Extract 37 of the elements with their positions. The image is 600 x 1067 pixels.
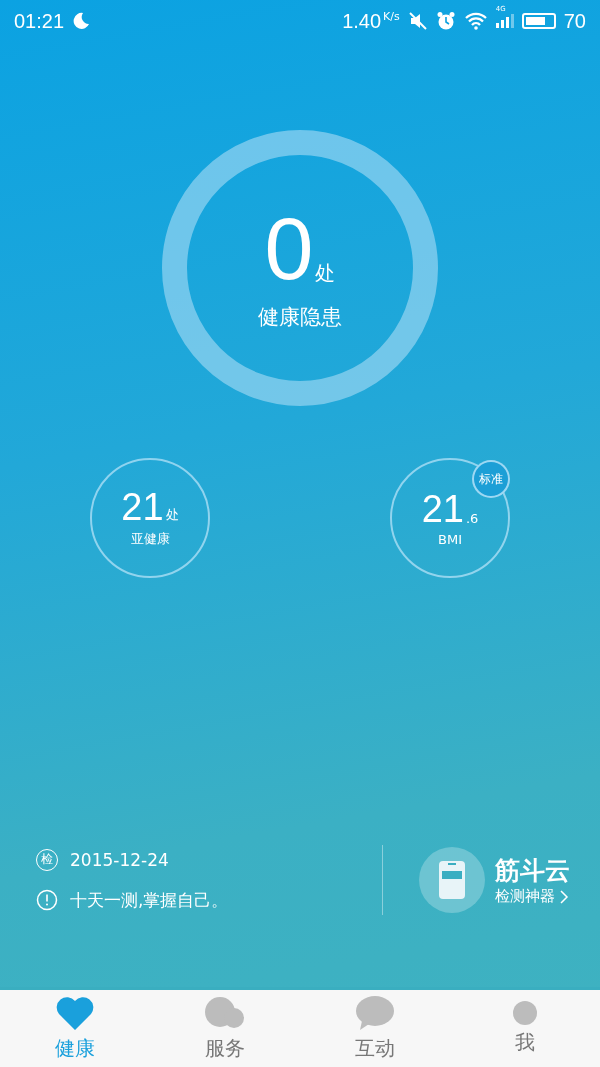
stat-circle[interactable]: 21 处 亚健康	[90, 458, 210, 578]
stat-circle[interactable]: 标准 21.6 BMI	[390, 458, 510, 578]
chevron-right-icon	[559, 888, 569, 905]
nav-tab[interactable]: 健康	[0, 990, 150, 1067]
heart-icon	[55, 995, 95, 1031]
nav-tab[interactable]: 服务	[150, 990, 300, 1067]
wifi-icon	[463, 11, 488, 31]
network-speed: 1.40	[342, 9, 382, 33]
stat-label: BMI	[438, 531, 462, 547]
hazard-count: 0	[264, 205, 314, 293]
signal-icon	[495, 14, 514, 28]
ring-label: 健康隐患	[258, 304, 342, 331]
info-icon	[36, 889, 58, 911]
battery-percent: 70	[563, 9, 586, 33]
device-link[interactable]: 筋斗云 检测神器	[419, 847, 570, 913]
chat-bubble-icon	[354, 995, 396, 1031]
status-badge: 标准	[472, 460, 510, 498]
status-time: 01:21	[14, 9, 65, 33]
speed-unit: K/s	[383, 10, 400, 23]
moon-icon	[72, 12, 91, 30]
battery-icon	[521, 13, 556, 29]
tip-text: 十天一测,掌握自己。	[70, 888, 229, 912]
scale-device-icon	[419, 847, 485, 913]
stat-suffix: 处	[165, 506, 179, 524]
device-subtitle: 检测神器	[495, 887, 555, 906]
nav-tab[interactable]: 我	[450, 990, 600, 1067]
cloud-icon	[203, 995, 247, 1031]
nav-tab[interactable]: 互动	[300, 990, 450, 1067]
alarm-icon	[435, 11, 456, 31]
count-unit: 处	[315, 260, 336, 287]
device-title: 筋斗云	[495, 855, 570, 887]
stat-label: 亚健康	[130, 530, 170, 548]
stat-suffix: .6	[465, 510, 479, 526]
test-date: 2015-12-24	[70, 849, 169, 870]
mute-icon	[407, 11, 428, 31]
stat-value: 21	[121, 488, 164, 526]
stat-value: 21	[421, 489, 464, 528]
